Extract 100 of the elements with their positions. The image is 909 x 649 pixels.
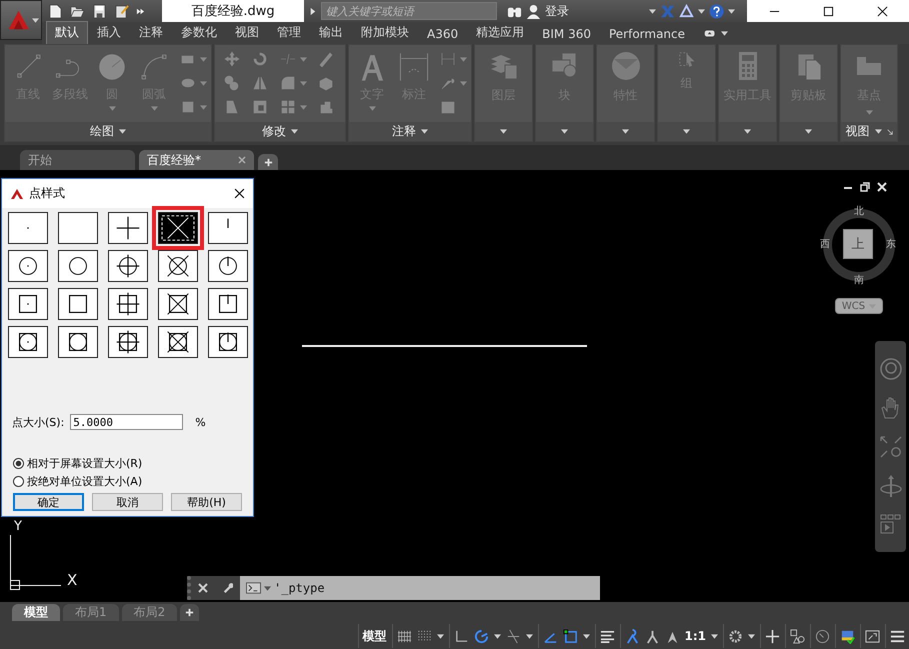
- model-space-toggle[interactable]: 模型: [362, 628, 386, 644]
- ribbon-tab[interactable]: 参数化: [172, 21, 226, 44]
- annotation-visibility-icon[interactable]: [644, 628, 660, 644]
- ribbon-tab[interactable]: 管理: [268, 21, 310, 44]
- compass-direction[interactable]: 西: [820, 240, 830, 250]
- prompt-icon[interactable]: [246, 582, 261, 594]
- orbit-icon[interactable]: [878, 474, 902, 498]
- polar-icon[interactable]: [474, 628, 488, 644]
- restore-icon[interactable]: [860, 182, 870, 192]
- compass-direction[interactable]: 北: [854, 207, 864, 217]
- point-style-option[interactable]: [58, 250, 98, 282]
- size-input[interactable]: 5.0000: [70, 414, 184, 430]
- point-style-option[interactable]: [208, 326, 248, 358]
- point-style-option[interactable]: [158, 288, 198, 320]
- dialog-button[interactable]: 取消: [92, 493, 163, 511]
- command-line-handle[interactable]: [187, 576, 240, 600]
- maximize-icon[interactable]: [822, 6, 834, 16]
- command-line-field[interactable]: '_ptype: [240, 576, 600, 600]
- compass-direction[interactable]: 东: [886, 240, 896, 250]
- ribbon-tab[interactable]: 插入: [88, 21, 130, 44]
- point-style-option[interactable]: [208, 212, 248, 244]
- radio-option[interactable]: 按绝对单位设置大小(A): [13, 474, 242, 489]
- fullscreen-icon[interactable]: [865, 628, 880, 644]
- isodraft-icon[interactable]: [506, 628, 520, 644]
- radio-button[interactable]: [13, 476, 24, 487]
- point-style-option[interactable]: [158, 250, 198, 282]
- close-icon[interactable]: [876, 6, 888, 16]
- clock-icon[interactable]: [815, 628, 830, 644]
- dialog-button[interactable]: 确定: [13, 493, 84, 511]
- point-style-option[interactable]: [208, 250, 248, 282]
- showmotion-icon[interactable]: [878, 512, 902, 536]
- panel-title[interactable]: 注释: [392, 123, 416, 140]
- file-tab-label[interactable]: 开始: [28, 152, 127, 168]
- point-style-option[interactable]: [108, 288, 148, 320]
- drawing-canvas[interactable]: 北 西 上 东 南 WCS Y X '_ptype 点样式 点大小(S): 5.0000 % 相对于屏幕设置大小(R) 按绝对单位设置大小(A) 确定 取消 帮助(H): [0, 170, 909, 602]
- shapes-icon[interactable]: [790, 628, 805, 644]
- point-style-option[interactable]: [108, 212, 148, 244]
- snap-dots-icon[interactable]: [416, 628, 432, 644]
- compass-direction[interactable]: 南: [854, 276, 864, 286]
- new-layout-button[interactable]: [180, 604, 200, 621]
- radio-button[interactable]: [13, 458, 24, 469]
- point-style-option[interactable]: [158, 326, 198, 358]
- file-tab[interactable]: 百度经验*: [139, 150, 254, 170]
- help-icon[interactable]: [709, 4, 724, 18]
- new-file-icon[interactable]: [48, 4, 63, 18]
- ribbon-tab[interactable]: A360: [418, 24, 468, 44]
- wrench-icon[interactable]: [222, 583, 233, 593]
- grid-icon[interactable]: [396, 628, 412, 644]
- zoom-extents-icon[interactable]: [878, 434, 902, 458]
- file-tab-label[interactable]: 百度经验*: [147, 152, 232, 168]
- object-snap-icon[interactable]: [562, 628, 578, 644]
- file-tab[interactable]: 开始: [20, 150, 135, 170]
- ribbon-tab[interactable]: BIM 360: [533, 24, 600, 44]
- point-style-option[interactable]: [58, 212, 98, 244]
- ribbon-tab[interactable]: 默认: [46, 21, 88, 44]
- open-folder-icon[interactable]: [70, 4, 85, 18]
- triangle-nodes-icon[interactable]: [679, 4, 694, 18]
- settings-icon[interactable]: [728, 628, 743, 644]
- point-style-option[interactable]: [58, 288, 98, 320]
- close-icon[interactable]: [234, 188, 245, 199]
- panel-title[interactable]: 绘图: [90, 123, 114, 140]
- annotation-scale-icon[interactable]: [624, 628, 640, 644]
- save-as-icon[interactable]: [114, 4, 129, 18]
- point-style-option[interactable]: [208, 288, 248, 320]
- steering-wheel-icon[interactable]: [878, 356, 902, 380]
- point-style-option[interactable]: [108, 250, 148, 282]
- application-menu-button[interactable]: [0, 0, 42, 40]
- ribbon-tab[interactable]: 附加模块: [352, 21, 418, 44]
- ortho-icon[interactable]: [454, 628, 468, 644]
- ribbon-tab[interactable]: 视图: [226, 21, 268, 44]
- ribbon-tab[interactable]: 输出: [310, 21, 352, 44]
- ribbon-tab[interactable]: 注释: [130, 21, 172, 44]
- menu-icon[interactable]: [890, 628, 905, 644]
- more-icon[interactable]: [136, 6, 145, 16]
- dialog-button[interactable]: 帮助(H): [171, 493, 242, 511]
- point-style-option[interactable]: [8, 288, 48, 320]
- caret-icon: [711, 634, 718, 638]
- point-style-option[interactable]: [8, 212, 48, 244]
- expand-arrow-icon[interactable]: [308, 6, 317, 16]
- search-field[interactable]: 键入关键字或短语: [321, 2, 497, 20]
- layout-tab[interactable]: 模型: [12, 604, 60, 621]
- dialog-launcher-icon[interactable]: [886, 128, 892, 134]
- user-icon[interactable]: [526, 4, 541, 18]
- new-tab-button[interactable]: [258, 154, 278, 170]
- ribbon-tab[interactable]: 精选应用: [467, 21, 534, 44]
- lineweight-icon[interactable]: [600, 628, 614, 644]
- isolate-objects-icon[interactable]: [840, 628, 855, 644]
- viewcube-face[interactable]: 上: [843, 229, 873, 259]
- point-style-option[interactable]: [8, 326, 48, 358]
- plus-icon[interactable]: [765, 628, 780, 644]
- point-style-option[interactable]: [108, 326, 148, 358]
- point-style-option[interactable]: [152, 206, 204, 250]
- save-icon[interactable]: [92, 4, 107, 18]
- annotation-scale[interactable]: 1:1: [684, 629, 706, 643]
- ribbon-tab[interactable]: Performance: [600, 24, 694, 44]
- panel-title[interactable]: 修改: [262, 123, 286, 140]
- point-style-option[interactable]: [58, 326, 98, 358]
- sign-in-link[interactable]: 登录: [545, 2, 569, 20]
- point-style-option[interactable]: [8, 250, 48, 282]
- radio-option[interactable]: 相对于屏幕设置大小(R): [13, 456, 242, 471]
